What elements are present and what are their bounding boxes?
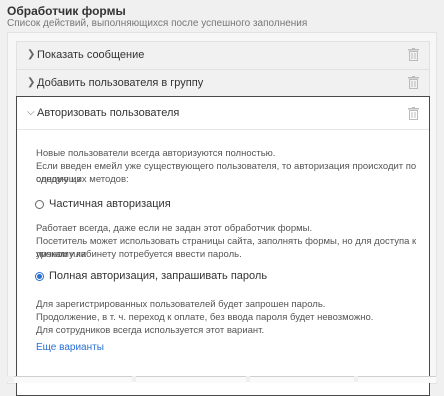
- more-options-link[interactable]: Еще варианты: [36, 342, 104, 353]
- action-label: Добавить пользователя в группу: [37, 77, 204, 89]
- auth-intro-line3: следующих методов:: [36, 174, 129, 185]
- radio-button[interactable]: [35, 199, 44, 209]
- auth-intro-line1: Новые пользователи всегда авторизуются п…: [36, 148, 276, 159]
- bottom-toolbar: [0, 376, 444, 383]
- trash-icon[interactable]: [408, 76, 419, 89]
- trash-icon[interactable]: [408, 107, 419, 120]
- option1-desc-line3: личному кабинету потребуется ввести паро…: [36, 249, 242, 260]
- option2-desc-line1: Для зарегистрированных пользователей буд…: [36, 299, 326, 310]
- radio-button[interactable]: [35, 271, 44, 281]
- action-row-show-message[interactable]: ❯ Показать сообщение: [16, 41, 430, 70]
- action-header[interactable]: ⌵ Авторизовать пользователя: [17, 97, 429, 130]
- option2-desc-line2: Продолжение, в т. ч. переход к оплате, б…: [36, 312, 374, 323]
- action-label: Авторизовать пользователя: [37, 107, 180, 119]
- chevron-right-icon: ❯: [27, 77, 36, 88]
- actions-panel: ❯ Показать сообщение ❯ Добавить пользова…: [7, 32, 437, 396]
- radio-label[interactable]: Полная авторизация, запрашивать пароль: [49, 270, 267, 282]
- chevron-right-icon: ❯: [27, 49, 36, 60]
- radio-full-auth[interactable]: Полная авторизация, запрашивать пароль: [35, 270, 267, 282]
- radio-partial-auth[interactable]: Частичная авторизация: [35, 198, 171, 210]
- chevron-down-icon: ⌵: [27, 107, 35, 118]
- option2-desc-line3: Для сотрудников всегда используется этот…: [36, 325, 265, 336]
- trash-icon[interactable]: [408, 48, 419, 61]
- option1-desc-line1: Работает всегда, даже если не задан этот…: [36, 223, 313, 234]
- action-label: Показать сообщение: [37, 49, 145, 61]
- header-title: Обработчик формы: [7, 4, 126, 18]
- header-subtitle: Список действий, выполняющихся после усп…: [7, 18, 308, 29]
- action-row-add-user-to-group[interactable]: ❯ Добавить пользователя в группу: [16, 69, 430, 98]
- radio-label[interactable]: Частичная авторизация: [49, 198, 171, 210]
- action-row-authorize-user: ⌵ Авторизовать пользователя Новые пользо…: [16, 96, 430, 396]
